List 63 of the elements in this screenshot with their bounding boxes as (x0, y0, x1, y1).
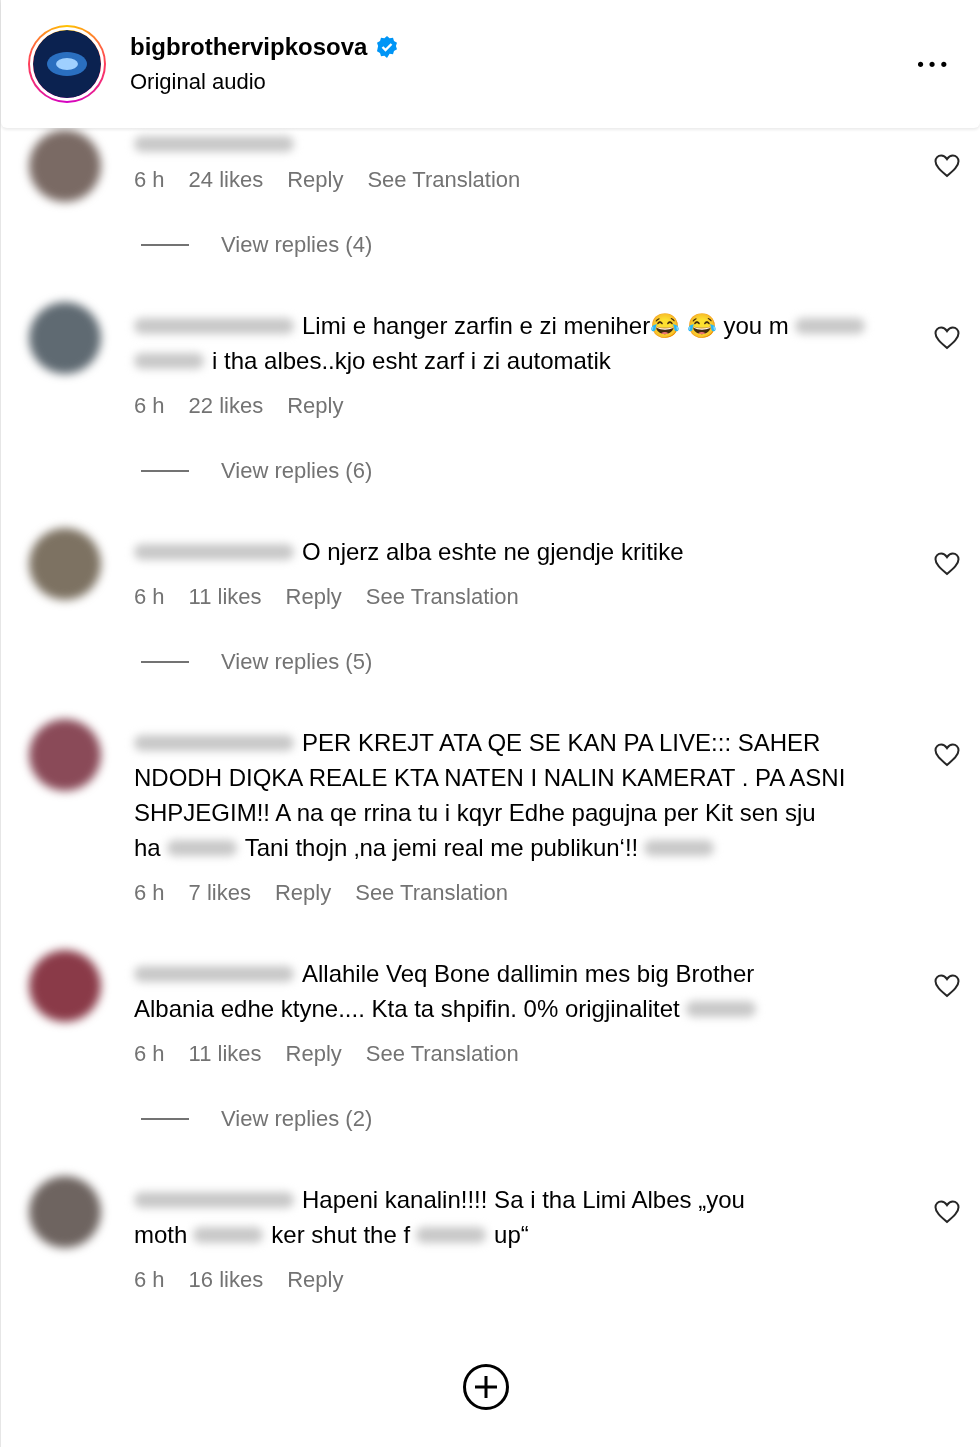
blurred-text (644, 839, 715, 856)
like-count[interactable]: 22 likes (188, 388, 264, 423)
more-button[interactable]: ••• (915, 53, 950, 75)
heart-icon[interactable] (934, 326, 960, 350)
user-avatar[interactable] (29, 302, 101, 374)
blurred-text (134, 352, 204, 369)
translation-link[interactable]: See Translation (355, 875, 509, 910)
comment-text: moth (134, 1220, 188, 1250)
heart-icon[interactable] (934, 1200, 960, 1224)
reply-link[interactable]: Reply (287, 162, 344, 197)
comment-text: Albania edhe ktyne.... Kta ta shpifin. 0% origjinalitet (134, 994, 680, 1024)
username[interactable]: bigbrothervipkosova (130, 33, 368, 61)
timestamp: 6 h (134, 392, 165, 420)
heart-icon[interactable] (934, 154, 960, 178)
heart-icon[interactable] (934, 743, 960, 767)
user-avatar[interactable] (29, 1176, 101, 1248)
view-replies-link[interactable]: View replies (4) (221, 227, 373, 262)
view-replies-link[interactable]: View replies (2) (221, 1101, 373, 1136)
reply-link[interactable]: Reply (287, 1262, 344, 1297)
user-avatar[interactable] (29, 719, 101, 791)
comment-text: PER KREJT ATA QE SE KAN PA LIVE::: SAHER (302, 728, 821, 758)
translation-link[interactable]: See Translation (365, 1036, 519, 1071)
like-count[interactable]: 7 likes (188, 875, 251, 910)
comment-text: i tha albes..kjo esht zarf i zi automatik (212, 346, 611, 376)
blurred-text (416, 1226, 487, 1243)
like-count[interactable]: 16 likes (188, 1262, 264, 1297)
translation-link[interactable]: See Translation (367, 162, 521, 197)
view-replies-link[interactable]: View replies (6) (221, 453, 373, 488)
blurred-text (794, 317, 865, 334)
like-count[interactable]: 11 likes (188, 579, 262, 614)
reply-link[interactable]: Reply (285, 579, 342, 614)
timestamp: 6 h (134, 1040, 165, 1068)
audio-label[interactable]: Original audio (130, 69, 400, 95)
comment-text: ker shut the f (271, 1220, 411, 1250)
user-avatar[interactable] (29, 528, 101, 600)
comment-text: up“ (494, 1220, 529, 1250)
reply-link[interactable]: Reply (287, 388, 344, 423)
comment-text: SHPJEGIM!! A na qe rrina tu i kqyr Edhe pagujna per Kit sen sju (134, 798, 816, 828)
timestamp: 6 h (134, 1266, 165, 1294)
comment-text: Limi e hanger zarfin e zi meniher😂 😂 you m (302, 311, 789, 341)
blurred-text (685, 1000, 756, 1017)
user-avatar[interactable] (29, 950, 101, 1022)
translation-link[interactable]: See Translation (365, 579, 519, 614)
comment-text: Allahile Veq Bone dallimin mes big Brother (302, 959, 755, 989)
comment-text: Hapeni kanalin!!!! Sa i tha Limi Albes „you (302, 1185, 745, 1215)
view-replies-link[interactable]: View replies (5) (221, 644, 373, 679)
comment-text: O njerz alba eshte ne gjendje kritike (302, 537, 684, 567)
like-count[interactable]: 24 likes (188, 162, 264, 197)
comment-text: ha (134, 833, 161, 863)
timestamp: 6 h (134, 166, 165, 194)
reply-link[interactable]: Reply (285, 1036, 342, 1071)
heart-icon[interactable] (934, 552, 960, 576)
reply-link[interactable]: Reply (274, 875, 332, 910)
timestamp: 6 h (134, 879, 165, 907)
user-avatar[interactable] (29, 130, 101, 202)
timestamp: 6 h (134, 583, 165, 611)
comment-text: Tani thojn ‚na jemi real me publikun‘!! (244, 833, 639, 863)
heart-icon[interactable] (934, 974, 960, 998)
blurred-text (166, 839, 237, 856)
like-count[interactable]: 11 likes (188, 1036, 262, 1071)
blurred-text (193, 1226, 264, 1243)
add-icon[interactable] (461, 1363, 510, 1411)
comment-text: NDODH DIQKA REALE KTA NATEN I NALIN KAMERAT . PA ASNI (134, 763, 846, 793)
